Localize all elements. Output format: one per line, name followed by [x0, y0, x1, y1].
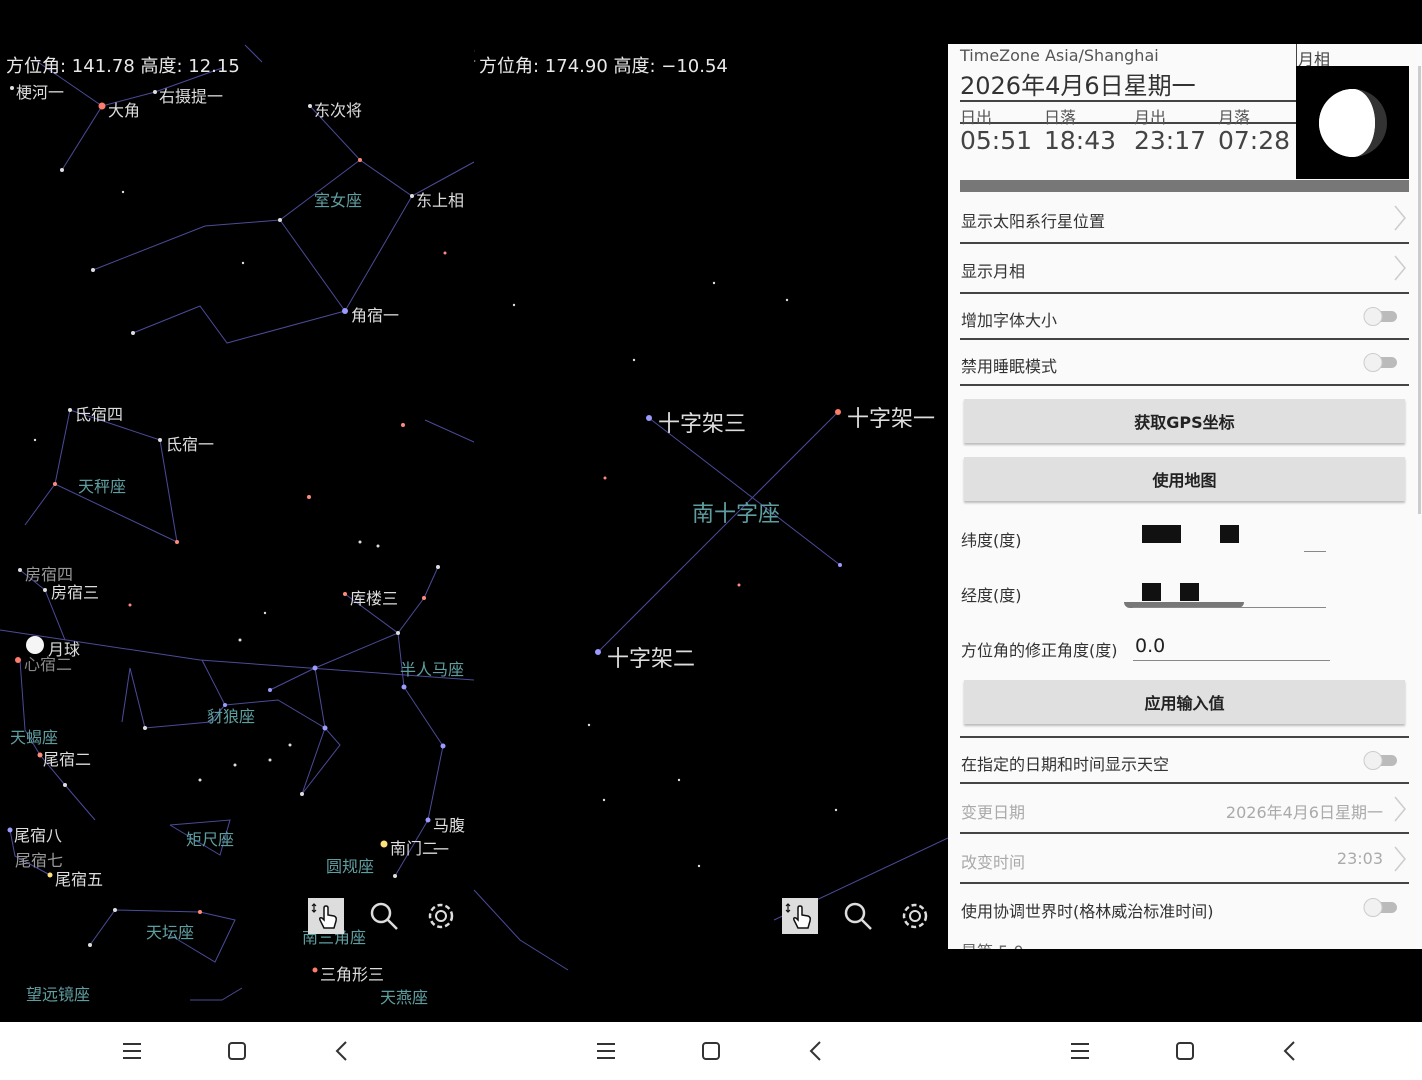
redacted-latitude — [1220, 525, 1239, 543]
moonrise-label: 月出 — [1134, 108, 1167, 127]
divider — [960, 832, 1409, 834]
divider — [960, 242, 1409, 244]
gear-icon[interactable] — [897, 898, 933, 934]
increase-font-toggle[interactable] — [1363, 306, 1399, 326]
current-date: 2026年4月6日星期一 — [960, 72, 1196, 100]
azimuth-correction-input[interactable] — [1133, 632, 1330, 661]
home-icon[interactable] — [696, 1036, 726, 1066]
sky-labels: 五 十字架三 十字架一 南十字座 十字架二 — [474, 0, 948, 1022]
gear-icon[interactable] — [423, 898, 459, 934]
chevron-right-icon — [1394, 255, 1406, 281]
get-gps-button[interactable]: 获取GPS坐标 — [964, 399, 1405, 443]
menu-icon[interactable] — [117, 1036, 147, 1066]
star-label[interactable]: 库楼三 — [350, 585, 398, 609]
home-icon[interactable] — [1170, 1036, 1200, 1066]
settings-panel[interactable]: TimeZone Asia/Shanghai 2026年4月6日星期一 月相 日… — [948, 44, 1422, 949]
touch-mode-icon[interactable] — [782, 898, 818, 934]
star-label[interactable]: 东次将 — [314, 97, 362, 121]
constellation-label[interactable]: 矩尺座 — [186, 826, 234, 850]
moonset-time: 07:28 — [1218, 126, 1291, 155]
star-label[interactable]: 五 — [474, 46, 476, 66]
divider — [960, 782, 1409, 784]
star-label[interactable]: 角宿一 — [351, 302, 399, 326]
change-date-value: 2026年4月6日星期一 — [1225, 803, 1383, 822]
star-label[interactable]: 氐宿四 — [75, 401, 123, 425]
constellation-label[interactable]: 豺狼座 — [207, 703, 255, 727]
divider — [960, 384, 1409, 386]
redacted-latitude — [1142, 525, 1181, 543]
sunset-time: 18:43 — [1044, 126, 1117, 155]
redacted-longitude — [1142, 583, 1161, 601]
star-label[interactable]: 马腹一 — [433, 812, 474, 860]
menu-icon[interactable] — [1065, 1036, 1095, 1066]
menu-icon[interactable] — [591, 1036, 621, 1066]
star-label[interactable]: 氐宿一 — [166, 431, 214, 455]
apply-input-button[interactable]: 应用输入值 — [964, 680, 1405, 724]
use-utc-toggle[interactable] — [1363, 897, 1399, 917]
star-label[interactable]: 大角 — [108, 97, 140, 121]
sky-labels: 梗河一 大角 右摄提一 东次将 室女座 东上相 角宿一 氐宿四 氐宿一 天秤座 … — [0, 0, 474, 1022]
back-icon[interactable] — [801, 1036, 831, 1066]
star-label[interactable]: 十字架一 — [847, 401, 935, 433]
timezone-text: TimeZone Asia/Shanghai — [960, 46, 1159, 65]
show-sky-at-time-toggle[interactable] — [1363, 750, 1399, 770]
disable-sleep-toggle[interactable] — [1363, 352, 1399, 372]
divider — [960, 882, 1409, 884]
moon-phase-image — [1296, 66, 1409, 179]
sunrise-time: 05:51 — [960, 126, 1033, 155]
change-time-value: 23:03 — [1336, 849, 1383, 868]
constellation-label[interactable]: 圆规座 — [326, 853, 374, 877]
chevron-right-icon — [1394, 796, 1406, 822]
touch-mode-icon[interactable] — [308, 898, 344, 934]
star-label[interactable]: 东上相 — [416, 187, 464, 211]
constellation-label[interactable]: 天秤座 — [78, 473, 126, 497]
constellation-label[interactable]: 天燕座 — [380, 984, 428, 1008]
star-label[interactable]: 尾宿二 — [43, 746, 91, 770]
constellation-label[interactable]: 室女座 — [314, 187, 362, 211]
divider — [960, 292, 1409, 294]
star-label[interactable]: 右摄提一 — [159, 83, 223, 107]
star-label[interactable]: 十字架二 — [607, 641, 695, 673]
longitude-label: 经度(度) — [961, 586, 1022, 605]
divider — [960, 338, 1409, 340]
constellation-label[interactable]: 半人马座 — [400, 656, 464, 680]
constellation-label[interactable]: 天坛座 — [146, 919, 194, 943]
azimuth-correction-label: 方位角的修正角度(度) — [961, 641, 1118, 660]
latitude-underline[interactable] — [1304, 551, 1326, 552]
back-icon[interactable] — [1275, 1036, 1305, 1066]
divider — [960, 100, 1296, 102]
use-map-button[interactable]: 使用地图 — [964, 457, 1405, 501]
moon-phase-bar — [960, 180, 1409, 192]
chevron-right-icon — [1394, 205, 1406, 231]
redacted-longitude — [1180, 583, 1199, 601]
constellation-label[interactable]: 望远镜座 — [26, 981, 90, 1005]
sunrise-label: 日出 — [960, 108, 993, 127]
star-label[interactable]: 梗河一 — [16, 79, 64, 103]
star-label[interactable]: 尾宿八 — [14, 822, 62, 846]
moonrise-time: 23:17 — [1134, 126, 1207, 155]
search-icon[interactable] — [840, 898, 876, 934]
moonset-label: 月落 — [1218, 108, 1251, 127]
back-icon[interactable] — [327, 1036, 357, 1066]
star-label[interactable]: 房宿三 — [51, 579, 99, 603]
sky-view-middle[interactable]: 方位角: 174.90 高度: −10.54 五 十字架三 十字架一 南十字座 … — [474, 0, 948, 1022]
longitude-underline[interactable] — [1133, 607, 1326, 608]
constellation-label[interactable]: 南十字座 — [692, 496, 780, 528]
search-icon[interactable] — [366, 898, 402, 934]
latitude-label: 纬度(度) — [961, 531, 1022, 550]
star-label[interactable]: 南门二 — [390, 835, 438, 859]
chevron-right-icon — [1394, 846, 1406, 872]
sunset-label: 日落 — [1044, 108, 1077, 127]
divider — [960, 736, 1409, 738]
star-label[interactable]: 十字架三 — [658, 406, 746, 438]
star-label[interactable]: 心宿二 — [24, 651, 72, 675]
sky-view-left[interactable]: 方位角: 141.78 高度: 12.15 梗河一 大角 右摄提一 东次将 室女… — [0, 0, 474, 1022]
scrollbar[interactable] — [1418, 66, 1421, 514]
star-label[interactable]: 尾宿五 — [55, 866, 103, 890]
constellation-label[interactable]: 天蝎座 — [10, 724, 58, 748]
star-label[interactable]: 三角形三 — [320, 961, 384, 985]
home-icon[interactable] — [222, 1036, 252, 1066]
